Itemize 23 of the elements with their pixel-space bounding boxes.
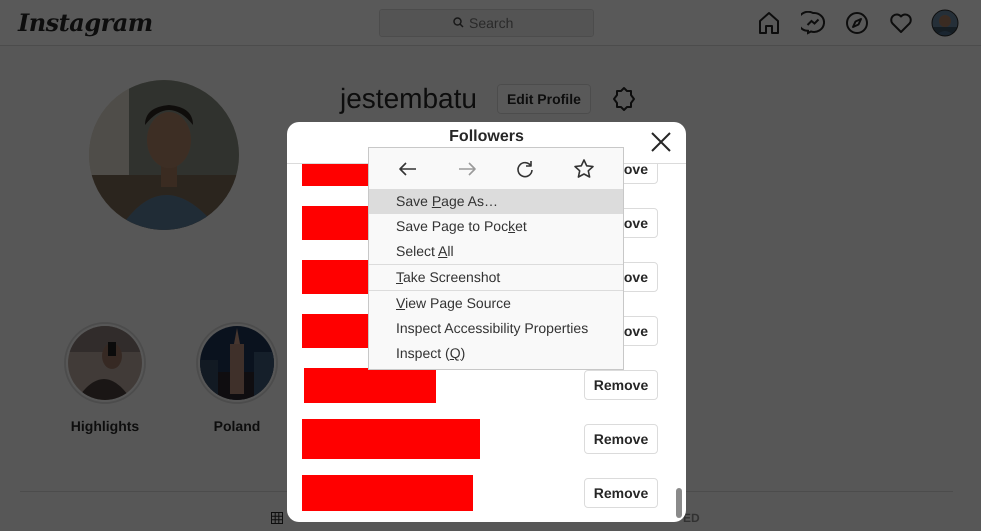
home-icon[interactable]: [757, 10, 781, 34]
grid-icon[interactable]: [271, 512, 283, 524]
highlight-label: Highlights: [70, 418, 140, 434]
messenger-icon[interactable]: [801, 10, 825, 34]
menu-item[interactable]: Take Screenshot: [369, 264, 623, 290]
settings-icon[interactable]: [610, 86, 637, 112]
compass-icon[interactable]: [845, 10, 869, 34]
menu-item[interactable]: Inspect (Q): [369, 341, 623, 366]
dialog-title: Followers: [449, 128, 524, 145]
heart-icon[interactable]: [889, 10, 913, 34]
menu-item[interactable]: Save Page As…: [369, 189, 623, 214]
highlight-label: Poland: [214, 418, 260, 434]
username: jestembatu: [340, 83, 477, 115]
remove-button[interactable]: Remove: [584, 424, 658, 454]
menu-item[interactable]: Save Page to Pocket: [369, 214, 623, 239]
menu-item[interactable]: View Page Source: [369, 290, 623, 316]
star-icon[interactable]: [572, 158, 595, 180]
close-icon[interactable]: [651, 132, 671, 152]
menu-item[interactable]: Select All: [369, 239, 623, 264]
remove-button[interactable]: Remove: [584, 370, 658, 400]
remove-button[interactable]: Remove: [584, 478, 658, 508]
scrollbar[interactable]: [676, 488, 682, 518]
menu-item[interactable]: Inspect Accessibility Properties: [369, 316, 623, 341]
